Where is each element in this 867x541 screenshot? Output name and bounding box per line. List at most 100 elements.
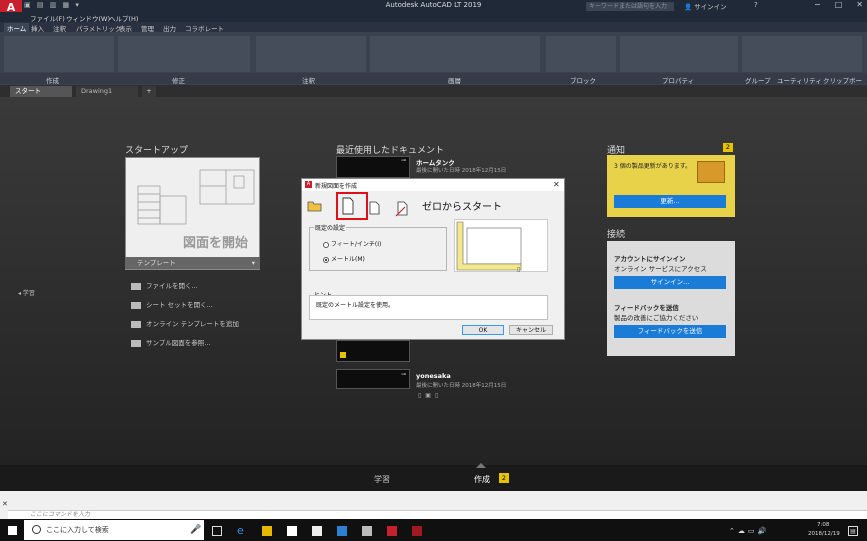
open-sheetset-link[interactable]: シート セットを開く... [131, 299, 213, 309]
notifications-badge: 2 [723, 143, 733, 152]
app-icon[interactable] [337, 526, 347, 536]
store-icon[interactable] [312, 526, 322, 536]
mail-icon[interactable] [287, 526, 297, 536]
start-bottom-bar [0, 465, 867, 491]
startup-title: スタートアップ [125, 146, 189, 156]
create-tab[interactable]: 作成 [474, 474, 490, 485]
properties-tools[interactable] [620, 36, 738, 72]
open-folder-icon[interactable] [307, 199, 323, 213]
learn-tab[interactable]: 学習 [374, 474, 390, 485]
modify-tools[interactable] [118, 36, 250, 72]
template-icon [131, 320, 141, 328]
open-sheetset-label: シート セットを開く... [146, 301, 213, 309]
command-input[interactable]: ここにコマンドを入力 [8, 510, 867, 519]
panel-block[interactable]: ブロック [570, 75, 596, 85]
start-drawing-card[interactable] [125, 157, 260, 270]
utility-tools[interactable] [742, 36, 862, 72]
pin-icon[interactable]: ⊸ [401, 157, 406, 164]
layer-tools[interactable] [370, 36, 540, 72]
learn-nav-label: 学習 [22, 290, 35, 297]
default-settings-group [309, 227, 447, 271]
taskbar-search-input[interactable]: ここに入力して検索 [24, 520, 204, 540]
radio-metric-label: メートル(M) [331, 256, 365, 263]
open-file-link[interactable]: ファイルを開く... [131, 280, 198, 290]
pin-icon[interactable]: ⊸ [401, 371, 406, 378]
online-templates-link[interactable]: オンライン テンプレートを追加 [131, 318, 239, 328]
radio-imperial[interactable]: フィート/インチ(I) [323, 239, 381, 248]
autocad-taskbar-icon[interactable] [387, 526, 397, 536]
tab-start[interactable]: スタート [10, 86, 72, 97]
account-sub: オンライン サービスにアクセス [614, 265, 707, 273]
signin-label: サインイン [694, 3, 727, 11]
document-tab-bar: スタート Drawing1 + [0, 85, 867, 97]
signin-link[interactable]: 👤 サインイン [684, 1, 727, 11]
clock-date[interactable]: 2018/12/19 [808, 531, 840, 537]
panel-modify[interactable]: 修正 [172, 75, 185, 85]
connect-title: 接続 [607, 230, 626, 240]
search-input[interactable]: キーワードまたは語句を入力 [586, 2, 674, 11]
help-icon[interactable]: ? [754, 1, 758, 9]
use-template-icon[interactable] [369, 201, 381, 215]
feedback-button[interactable]: フィードバックを送信 [614, 325, 726, 338]
app-icon-2[interactable] [362, 526, 372, 536]
open-file-label: ファイルを開く... [146, 282, 198, 290]
template-label: テンプレート [137, 259, 176, 267]
learn-nav-arrow[interactable]: ◂ 学習 [18, 288, 35, 297]
panel-properties[interactable]: プロパティ [662, 75, 694, 85]
sample-drawings-label: サンプル図面を参照... [146, 339, 211, 347]
feedback-sub: 製品の改善にご協力ください [614, 314, 699, 322]
cancel-button[interactable]: キャンセル [509, 325, 553, 335]
recent-thumbnail[interactable] [336, 369, 410, 389]
edge-browser-icon[interactable]: e [237, 525, 247, 536]
tab-drawing1[interactable]: Drawing1 [76, 86, 138, 97]
system-tray-icons[interactable]: ⌃☁▭🔊 [729, 527, 769, 535]
app-title: Autodesk AutoCAD LT 2019 [385, 1, 482, 9]
clock-time[interactable]: 7:08 [817, 522, 829, 528]
panel-utility[interactable]: ユーティリティ [777, 75, 822, 85]
group-label: 既定の設定 [314, 223, 347, 232]
file-explorer-icon[interactable] [262, 526, 272, 536]
close-command-icon[interactable]: ✕ [2, 500, 8, 508]
microphone-icon[interactable]: 🎤 [190, 525, 201, 535]
panel-draw[interactable]: 作成 [46, 75, 59, 85]
sample-drawings-link[interactable]: サンプル図面を参照... [131, 337, 211, 347]
use-wizard-icon[interactable] [395, 201, 411, 217]
feedback-heading: フィードバックを送信 [614, 304, 679, 312]
block-tools[interactable] [546, 36, 616, 72]
template-dropdown[interactable]: テンプレート ▾ [125, 257, 260, 269]
window-controls[interactable]: −□✕ [814, 0, 867, 9]
start-drawing-label[interactable]: 図面を開始 [183, 232, 248, 251]
windows-start-icon[interactable] [8, 526, 17, 535]
highlight-box [336, 192, 368, 220]
draw-tools[interactable] [4, 36, 114, 72]
package-icon [697, 161, 725, 183]
annotation-tools[interactable] [256, 36, 366, 72]
recent-item-date: 最後に開いた日時 2018年12月15日 [416, 168, 507, 174]
task-view-icon[interactable] [212, 526, 222, 536]
dialog-heading: ゼロからスタート [422, 202, 502, 213]
radio-metric[interactable]: メートル(M) [323, 254, 365, 263]
action-center-icon[interactable]: ▤ [848, 526, 858, 536]
hint-box: 既定のメートル設定を使用。 [309, 295, 548, 320]
panel-annotation[interactable]: 注釈 [302, 75, 315, 85]
new-tab-button[interactable]: + [142, 86, 156, 97]
online-templates-label: オンライン テンプレートを追加 [146, 320, 239, 328]
autocad-lt-taskbar-icon[interactable] [412, 526, 422, 536]
recent-thumbnail[interactable] [336, 340, 410, 362]
recent-item-name[interactable]: yonesaka [416, 372, 451, 380]
sheetset-icon [131, 301, 141, 309]
notifications-text: 3 個の製品更新があります。 [614, 163, 692, 170]
view-toggle-icons[interactable]: ▯▣▯ [418, 392, 442, 399]
sample-icon [131, 339, 141, 347]
dialog-title: 新規図面を作成 [315, 183, 358, 190]
panel-group[interactable]: グループ [745, 75, 771, 85]
update-button[interactable]: 更新... [614, 195, 726, 208]
folder-icon [131, 282, 141, 290]
create-badge: 2 [499, 473, 509, 483]
recent-thumbnail[interactable] [336, 156, 410, 178]
close-icon[interactable]: ✕ [553, 180, 560, 189]
signin-button[interactable]: サインイン... [614, 276, 726, 289]
panel-layers[interactable]: 画層 [448, 75, 461, 85]
radio-indicator [323, 256, 329, 263]
ok-button[interactable]: OK [462, 325, 504, 335]
